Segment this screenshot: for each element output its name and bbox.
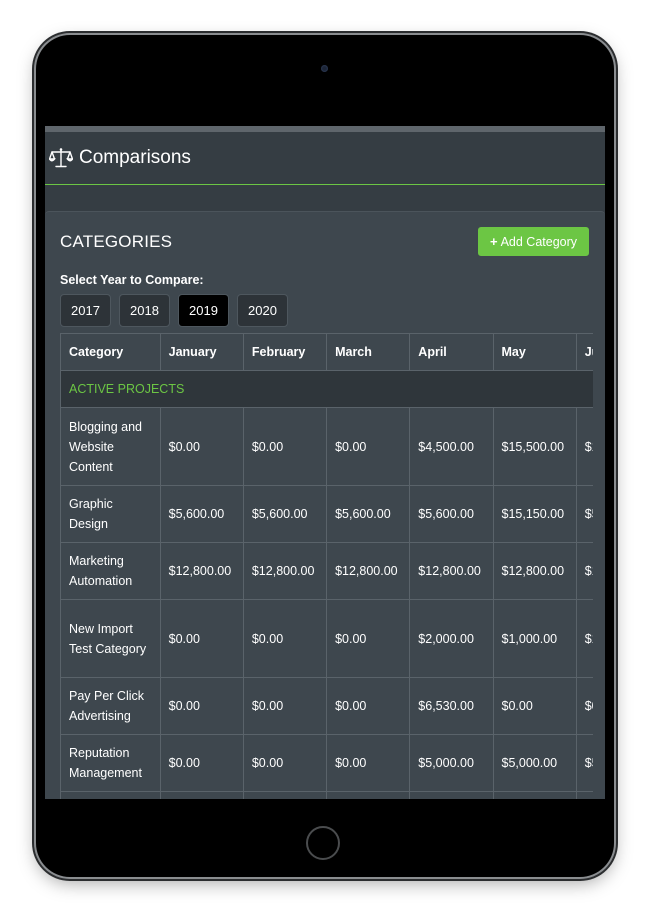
value-cell: $5,600.00	[159, 485, 244, 543]
value-cell: $15,150.00	[492, 485, 577, 543]
value-cell: $0.00	[326, 677, 411, 735]
value-cell: $10,000.00	[575, 407, 593, 486]
year-selector: 2017 2018 2019 2020	[60, 294, 288, 327]
home-button[interactable]	[306, 826, 340, 860]
value-cell: $5,000.00	[409, 734, 494, 792]
value-cell: $0.00	[159, 599, 244, 678]
table-row: Pay Per Click Advertising $0.00 $0.00 $0…	[60, 677, 593, 735]
value-cell: $6,530.00	[409, 677, 494, 735]
category-cell: Graphic Design	[60, 485, 161, 543]
value-cell: $2,000.00	[409, 599, 494, 678]
value-cell: $0.00	[492, 677, 577, 735]
value-cell: $5,600.00	[326, 485, 411, 543]
add-category-button[interactable]: + Add Category	[478, 227, 589, 256]
scale-icon	[48, 147, 74, 169]
value-cell: $0.00	[326, 407, 411, 486]
year-button-2019[interactable]: 2019	[178, 294, 229, 327]
header-february: February	[242, 333, 328, 371]
value-cell	[575, 791, 593, 799]
value-cell: $5,000.00	[575, 734, 593, 792]
header-april: April	[409, 333, 494, 371]
table-row: Marketing Automation $12,800.00 $12,800.…	[60, 542, 593, 600]
year-button-2018[interactable]: 2018	[119, 294, 170, 327]
table-row: Reputation Management $0.00 $0.00 $0.00 …	[60, 734, 593, 792]
app-screen: Comparisons CATEGORIES + Add Category Se…	[45, 126, 605, 799]
value-cell: $0.00	[242, 407, 328, 486]
section-row: ACTIVE PROJECTS	[60, 370, 593, 408]
page-header: Comparisons	[45, 132, 605, 185]
panel-header: CATEGORIES + Add Category	[45, 212, 605, 267]
value-cell: $12,800.00	[409, 542, 494, 600]
value-cell: $12,800.00	[242, 542, 328, 600]
panel-title: CATEGORIES	[60, 232, 173, 251]
value-cell: $0.00	[326, 599, 411, 678]
header-category: Category	[60, 333, 161, 371]
value-cell: $1,000.00	[492, 599, 577, 678]
value-cell	[492, 791, 577, 799]
comparison-table-container[interactable]: Category January February March April Ma…	[60, 333, 593, 799]
value-cell: $5,600.00	[242, 485, 328, 543]
value-cell: $0.00	[159, 407, 244, 486]
table-header-row: Category January February March April Ma…	[60, 333, 593, 371]
value-cell: $1,000.00	[575, 599, 593, 678]
value-cell: $0.00	[575, 677, 593, 735]
value-cell: $5,000.00	[492, 734, 577, 792]
value-cell	[242, 791, 328, 799]
value-cell	[159, 791, 244, 799]
category-cell: Reputation Management	[60, 734, 161, 792]
value-cell	[326, 791, 411, 799]
value-cell: $12,800.00	[575, 542, 593, 600]
value-cell: $12,800.00	[492, 542, 577, 600]
value-cell: $4,500.00	[409, 407, 494, 486]
value-cell: $15,500.00	[492, 407, 577, 486]
value-cell: $0.00	[242, 734, 328, 792]
value-cell: $12,800.00	[159, 542, 244, 600]
plus-icon: +	[489, 234, 498, 249]
table-row: New Import Test Category $0.00 $0.00 $0.…	[60, 599, 593, 678]
year-select-label: Select Year to Compare:	[60, 273, 204, 287]
categories-panel: CATEGORIES + Add Category Select Year to…	[45, 211, 605, 799]
value-cell: $5,600.00	[575, 485, 593, 543]
value-cell: $0.00	[159, 734, 244, 792]
table-row	[60, 791, 593, 799]
category-cell: New Import Test Category	[60, 599, 161, 678]
value-cell: $5,600.00	[409, 485, 494, 543]
value-cell	[409, 791, 494, 799]
table-row: Blogging and Website Content $0.00 $0.00…	[60, 407, 593, 486]
table-row: Graphic Design $5,600.00 $5,600.00 $5,60…	[60, 485, 593, 543]
camera-dot	[321, 65, 328, 72]
category-cell	[60, 791, 161, 799]
header-march: March	[326, 333, 411, 371]
value-cell: $12,800.00	[326, 542, 411, 600]
year-button-2020[interactable]: 2020	[237, 294, 288, 327]
comparison-table: Category January February March April Ma…	[60, 333, 593, 799]
header-january: January	[159, 333, 244, 371]
value-cell: $0.00	[242, 599, 328, 678]
header-june: June	[575, 333, 593, 371]
value-cell: $0.00	[242, 677, 328, 735]
category-cell: Marketing Automation	[60, 542, 161, 600]
page-title: Comparisons	[79, 147, 191, 168]
category-cell: Blogging and Website Content	[60, 407, 161, 486]
value-cell: $0.00	[326, 734, 411, 792]
year-button-2017[interactable]: 2017	[60, 294, 111, 327]
value-cell: $0.00	[159, 677, 244, 735]
category-cell: Pay Per Click Advertising	[60, 677, 161, 735]
header-may: May	[492, 333, 577, 371]
section-label: ACTIVE PROJECTS	[60, 370, 593, 408]
add-category-label: Add Category	[500, 234, 578, 249]
